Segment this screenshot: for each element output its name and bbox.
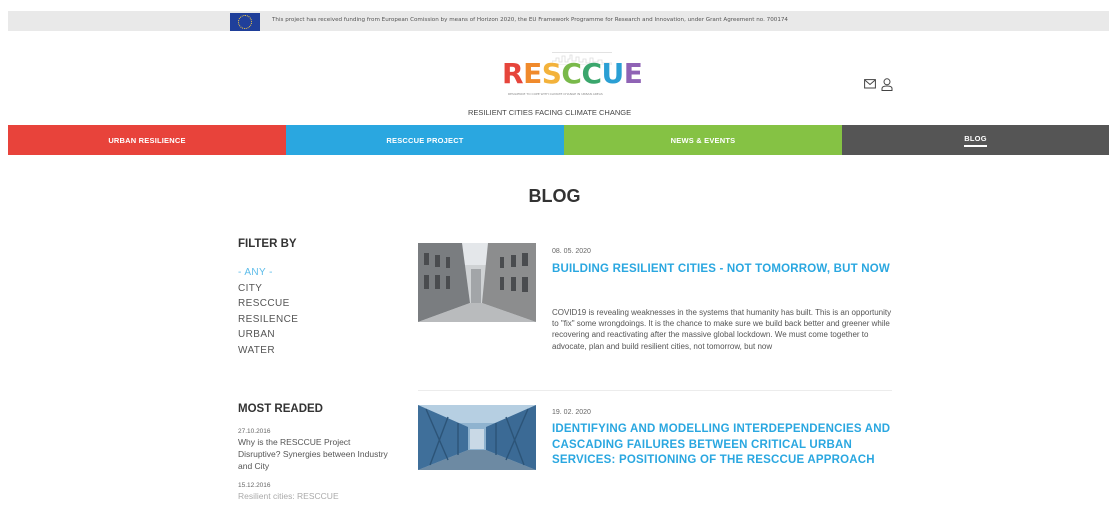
most-read-date: 27.10.2016 [238,428,271,435]
logo-wordmark: RESCCUE [502,57,643,90]
funding-banner: This project has received funding from E… [8,11,1109,31]
most-read-item[interactable]: 27.10.2016 Why is the RESCCUE Project Di… [238,428,388,472]
most-read-date: 15.12.2016 [238,482,271,489]
site-tagline: RESILIENT CITIES FACING CLIMATE CHANGE [468,108,632,117]
user-icon[interactable] [879,76,895,92]
main-nav: URBAN RESILIENCE RESCCUE PROJECT NEWS & … [8,125,1109,155]
post-divider [418,390,892,391]
filter-water[interactable]: WATER [238,343,298,359]
most-read-title: Resilient cities: RESCCUE [238,491,339,501]
post-excerpt: COVID19 is revealing weaknesses in the s… [552,308,892,351]
nav-blog[interactable]: BLOG [842,125,1109,155]
nav-label: URBAN RESILIENCE [108,135,186,145]
post-title[interactable]: IDENTIFYING AND MODELLING INTERDEPENDENC… [552,422,892,469]
page-title: BLOG [528,186,581,206]
filter-city[interactable]: CITY [238,281,298,297]
city-street-photo-icon [418,243,536,322]
logo-subtitle: RESILIENCE TO COPE WITH CLIMATE CHANGE I… [508,92,603,96]
post-date: 08. 05. 2020 [552,248,591,255]
most-read-item[interactable]: 15.12.2016 Resilient cities: RESCCUE [238,482,388,502]
steel-bridge-photo-icon [418,405,536,470]
mail-icon[interactable] [862,76,878,92]
nav-urban-resilience[interactable]: URBAN RESILIENCE [8,125,286,155]
filter-any[interactable]: - ANY - [238,265,298,281]
nav-resccue-project[interactable]: RESCCUE PROJECT [286,125,564,155]
nav-news-events[interactable]: NEWS & EVENTS [564,125,842,155]
post-thumbnail[interactable] [418,405,536,470]
filter-resccue[interactable]: RESCCUE [238,296,298,312]
nav-label: BLOG [964,134,987,147]
filter-heading: FILTER BY [238,238,297,250]
post-thumbnail[interactable] [418,243,536,322]
resccue-logo[interactable]: RESCCUE RESILIENCE TO COPE WITH CLIMATE … [500,52,643,98]
eu-flag-icon [230,13,260,31]
most-read-title: Why is the RESCCUE Project Disruptive? S… [238,437,388,471]
most-read-heading: MOST READED [238,403,323,415]
post-title[interactable]: BUILDING RESILIENT CITIES - NOT TOMORROW… [552,262,892,278]
filter-urban[interactable]: URBAN [238,327,298,343]
most-read-list: 27.10.2016 Why is the RESCCUE Project Di… [238,428,388,512]
nav-label: NEWS & EVENTS [670,135,736,145]
funding-notice: This project has received funding from E… [272,17,788,23]
filter-resilence[interactable]: RESILENCE [238,312,298,328]
nav-label: RESCCUE PROJECT [386,135,464,145]
filter-list: - ANY - CITY RESCCUE RESILENCE URBAN WAT… [238,265,298,358]
post-date: 19. 02. 2020 [552,409,591,416]
